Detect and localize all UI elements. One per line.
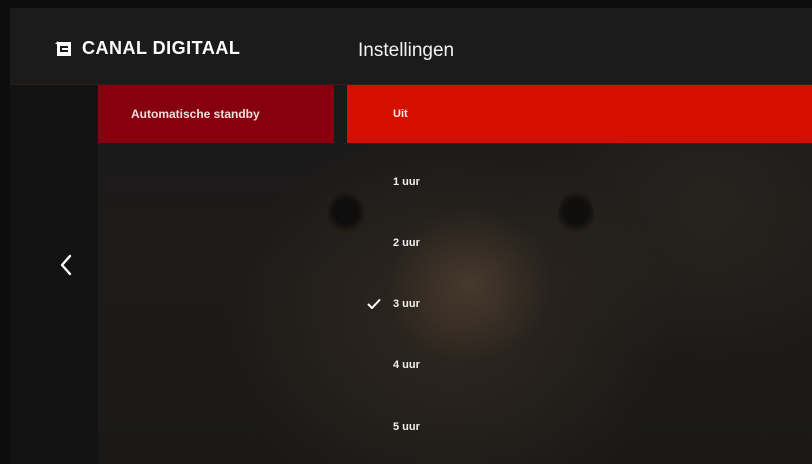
option-label: 3 uur — [393, 298, 420, 310]
page-title: Instellingen — [358, 40, 455, 61]
checkmark-icon — [367, 299, 381, 309]
option-label: 4 uur — [393, 359, 420, 371]
menu-item-automatische-standby[interactable]: Automatische standby — [98, 85, 334, 143]
option-1-uur[interactable]: 1 uur — [347, 153, 812, 211]
chevron-left-icon — [60, 254, 72, 276]
option-uit[interactable]: Uit — [347, 85, 812, 143]
brand-name: CANAL DIGITAAL — [82, 38, 241, 58]
canal-digitaal-logo-icon — [55, 40, 71, 56]
option-2-uur[interactable]: 2 uur — [347, 214, 812, 272]
option-4-uur[interactable]: 4 uur — [347, 336, 812, 394]
header-bar: CANAL DIGITAAL Instellingen — [10, 8, 812, 85]
standby-options-list: Uit 1 uur 2 uur 3 uur 4 uur 5 uur — [347, 85, 812, 464]
option-3-uur[interactable]: 3 uur — [347, 275, 812, 333]
option-label: 5 uur — [393, 421, 420, 433]
brand-logo: CANAL DIGITAAL — [54, 38, 240, 59]
option-label: 2 uur — [393, 237, 420, 249]
option-label: Uit — [393, 108, 408, 120]
back-button[interactable] — [54, 250, 78, 280]
option-5-uur[interactable]: 5 uur — [347, 398, 812, 456]
option-label: 1 uur — [393, 176, 420, 188]
app-frame: CANAL DIGITAAL Instellingen Automatische… — [10, 8, 812, 464]
menu-item-label: Automatische standby — [131, 107, 260, 121]
